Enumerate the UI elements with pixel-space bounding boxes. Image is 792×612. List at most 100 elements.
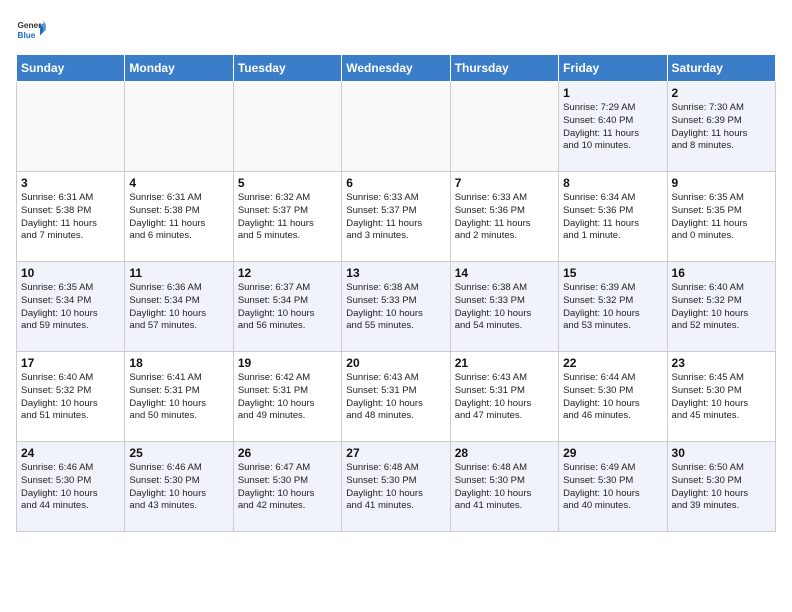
calendar-cell: 14 Sunrise: 6:38 AM Sunset: 5:33 PM Dayli… <box>450 262 558 352</box>
day-number: 29 <box>563 446 662 460</box>
day-number: 26 <box>238 446 337 460</box>
calendar-cell: 4 Sunrise: 6:31 AM Sunset: 5:38 PM Daylig… <box>125 172 233 262</box>
calendar-cell: 29 Sunrise: 6:49 AM Sunset: 5:30 PM Dayli… <box>559 442 667 532</box>
weekday-label: Sunday <box>17 55 125 82</box>
day-number: 12 <box>238 266 337 280</box>
day-detail: Sunrise: 6:48 AM Sunset: 5:30 PM Dayligh… <box>455 462 554 513</box>
calendar-cell: 25 Sunrise: 6:46 AM Sunset: 5:30 PM Dayli… <box>125 442 233 532</box>
day-number: 10 <box>21 266 120 280</box>
calendar-cell <box>342 82 450 172</box>
day-number: 6 <box>346 176 445 190</box>
calendar-cell: 6 Sunrise: 6:33 AM Sunset: 5:37 PM Daylig… <box>342 172 450 262</box>
weekday-label: Monday <box>125 55 233 82</box>
calendar-body: 1Sunrise: 7:29 AM Sunset: 6:40 PM Daylig… <box>17 82 776 532</box>
day-number: 14 <box>455 266 554 280</box>
calendar-cell: 12 Sunrise: 6:37 AM Sunset: 5:34 PM Dayli… <box>233 262 341 352</box>
calendar-cell: 28 Sunrise: 6:48 AM Sunset: 5:30 PM Dayli… <box>450 442 558 532</box>
day-number: 25 <box>129 446 228 460</box>
calendar-cell: 10 Sunrise: 6:35 AM Sunset: 5:34 PM Dayli… <box>17 262 125 352</box>
day-detail: Sunrise: 7:29 AM Sunset: 6:40 PM Dayligh… <box>563 102 662 153</box>
day-detail: Sunrise: 6:31 AM Sunset: 5:38 PM Dayligh… <box>21 192 120 243</box>
logo: General Blue <box>16 16 46 46</box>
day-number: 28 <box>455 446 554 460</box>
day-number: 30 <box>672 446 771 460</box>
header: General Blue <box>16 16 776 46</box>
day-number: 11 <box>129 266 228 280</box>
day-detail: Sunrise: 6:43 AM Sunset: 5:31 PM Dayligh… <box>455 372 554 423</box>
day-number: 20 <box>346 356 445 370</box>
calendar-cell: 11 Sunrise: 6:36 AM Sunset: 5:34 PM Dayli… <box>125 262 233 352</box>
day-number: 9 <box>672 176 771 190</box>
day-number: 19 <box>238 356 337 370</box>
day-detail: Sunrise: 6:36 AM Sunset: 5:34 PM Dayligh… <box>129 282 228 333</box>
calendar-cell: 18Sunrise: 6:41 AM Sunset: 5:31 PM Dayli… <box>125 352 233 442</box>
day-detail: Sunrise: 6:33 AM Sunset: 5:37 PM Dayligh… <box>346 192 445 243</box>
day-detail: Sunrise: 6:40 AM Sunset: 5:32 PM Dayligh… <box>672 282 771 333</box>
calendar-cell: 19 Sunrise: 6:42 AM Sunset: 5:31 PM Dayli… <box>233 352 341 442</box>
day-detail: Sunrise: 6:46 AM Sunset: 5:30 PM Dayligh… <box>21 462 120 513</box>
calendar-cell: 27 Sunrise: 6:48 AM Sunset: 5:30 PM Dayli… <box>342 442 450 532</box>
day-number: 16 <box>672 266 771 280</box>
day-detail: Sunrise: 6:35 AM Sunset: 5:34 PM Dayligh… <box>21 282 120 333</box>
day-number: 21 <box>455 356 554 370</box>
day-detail: Sunrise: 6:31 AM Sunset: 5:38 PM Dayligh… <box>129 192 228 243</box>
calendar-cell: 30 Sunrise: 6:50 AM Sunset: 5:30 PM Dayli… <box>667 442 775 532</box>
calendar-cell: 9 Sunrise: 6:35 AM Sunset: 5:35 PM Daylig… <box>667 172 775 262</box>
day-number: 27 <box>346 446 445 460</box>
calendar-week-row: 10 Sunrise: 6:35 AM Sunset: 5:34 PM Dayli… <box>17 262 776 352</box>
day-detail: Sunrise: 7:30 AM Sunset: 6:39 PM Dayligh… <box>672 102 771 153</box>
day-number: 22 <box>563 356 662 370</box>
calendar-cell: 17Sunrise: 6:40 AM Sunset: 5:32 PM Dayli… <box>17 352 125 442</box>
day-number: 4 <box>129 176 228 190</box>
calendar-cell: 3 Sunrise: 6:31 AM Sunset: 5:38 PM Daylig… <box>17 172 125 262</box>
calendar-week-row: 24 Sunrise: 6:46 AM Sunset: 5:30 PM Dayli… <box>17 442 776 532</box>
day-detail: Sunrise: 6:48 AM Sunset: 5:30 PM Dayligh… <box>346 462 445 513</box>
weekday-label: Thursday <box>450 55 558 82</box>
calendar: SundayMondayTuesdayWednesdayThursdayFrid… <box>16 54 776 532</box>
day-detail: Sunrise: 6:49 AM Sunset: 5:30 PM Dayligh… <box>563 462 662 513</box>
day-detail: Sunrise: 6:46 AM Sunset: 5:30 PM Dayligh… <box>129 462 228 513</box>
calendar-cell: 22 Sunrise: 6:44 AM Sunset: 5:30 PM Dayli… <box>559 352 667 442</box>
weekday-label: Wednesday <box>342 55 450 82</box>
calendar-week-row: 1Sunrise: 7:29 AM Sunset: 6:40 PM Daylig… <box>17 82 776 172</box>
svg-text:Blue: Blue <box>18 31 36 40</box>
day-detail: Sunrise: 6:38 AM Sunset: 5:33 PM Dayligh… <box>455 282 554 333</box>
day-detail: Sunrise: 6:42 AM Sunset: 5:31 PM Dayligh… <box>238 372 337 423</box>
day-number: 5 <box>238 176 337 190</box>
calendar-cell: 8 Sunrise: 6:34 AM Sunset: 5:36 PM Daylig… <box>559 172 667 262</box>
day-detail: Sunrise: 6:40 AM Sunset: 5:32 PM Dayligh… <box>21 372 120 423</box>
day-detail: Sunrise: 6:47 AM Sunset: 5:30 PM Dayligh… <box>238 462 337 513</box>
day-detail: Sunrise: 6:37 AM Sunset: 5:34 PM Dayligh… <box>238 282 337 333</box>
day-number: 8 <box>563 176 662 190</box>
day-number: 15 <box>563 266 662 280</box>
day-detail: Sunrise: 6:33 AM Sunset: 5:36 PM Dayligh… <box>455 192 554 243</box>
day-number: 18 <box>129 356 228 370</box>
day-detail: Sunrise: 6:44 AM Sunset: 5:30 PM Dayligh… <box>563 372 662 423</box>
day-detail: Sunrise: 6:34 AM Sunset: 5:36 PM Dayligh… <box>563 192 662 243</box>
day-detail: Sunrise: 6:50 AM Sunset: 5:30 PM Dayligh… <box>672 462 771 513</box>
calendar-cell: 21 Sunrise: 6:43 AM Sunset: 5:31 PM Dayli… <box>450 352 558 442</box>
weekday-label: Saturday <box>667 55 775 82</box>
calendar-cell: 13Sunrise: 6:38 AM Sunset: 5:33 PM Dayli… <box>342 262 450 352</box>
day-detail: Sunrise: 6:43 AM Sunset: 5:31 PM Dayligh… <box>346 372 445 423</box>
day-detail: Sunrise: 6:39 AM Sunset: 5:32 PM Dayligh… <box>563 282 662 333</box>
calendar-cell <box>17 82 125 172</box>
day-detail: Sunrise: 6:32 AM Sunset: 5:37 PM Dayligh… <box>238 192 337 243</box>
day-number: 23 <box>672 356 771 370</box>
weekday-label: Friday <box>559 55 667 82</box>
day-number: 7 <box>455 176 554 190</box>
weekday-header-row: SundayMondayTuesdayWednesdayThursdayFrid… <box>17 55 776 82</box>
calendar-cell: 16 Sunrise: 6:40 AM Sunset: 5:32 PM Dayli… <box>667 262 775 352</box>
day-number: 24 <box>21 446 120 460</box>
calendar-cell <box>125 82 233 172</box>
day-number: 3 <box>21 176 120 190</box>
calendar-cell: 20 Sunrise: 6:43 AM Sunset: 5:31 PM Dayli… <box>342 352 450 442</box>
calendar-cell: 2 Sunrise: 7:30 AM Sunset: 6:39 PM Daylig… <box>667 82 775 172</box>
day-detail: Sunrise: 6:35 AM Sunset: 5:35 PM Dayligh… <box>672 192 771 243</box>
calendar-week-row: 17Sunrise: 6:40 AM Sunset: 5:32 PM Dayli… <box>17 352 776 442</box>
calendar-cell: 1Sunrise: 7:29 AM Sunset: 6:40 PM Daylig… <box>559 82 667 172</box>
day-number: 2 <box>672 86 771 100</box>
calendar-cell: 26 Sunrise: 6:47 AM Sunset: 5:30 PM Dayli… <box>233 442 341 532</box>
calendar-week-row: 3 Sunrise: 6:31 AM Sunset: 5:38 PM Daylig… <box>17 172 776 262</box>
day-number: 13 <box>346 266 445 280</box>
